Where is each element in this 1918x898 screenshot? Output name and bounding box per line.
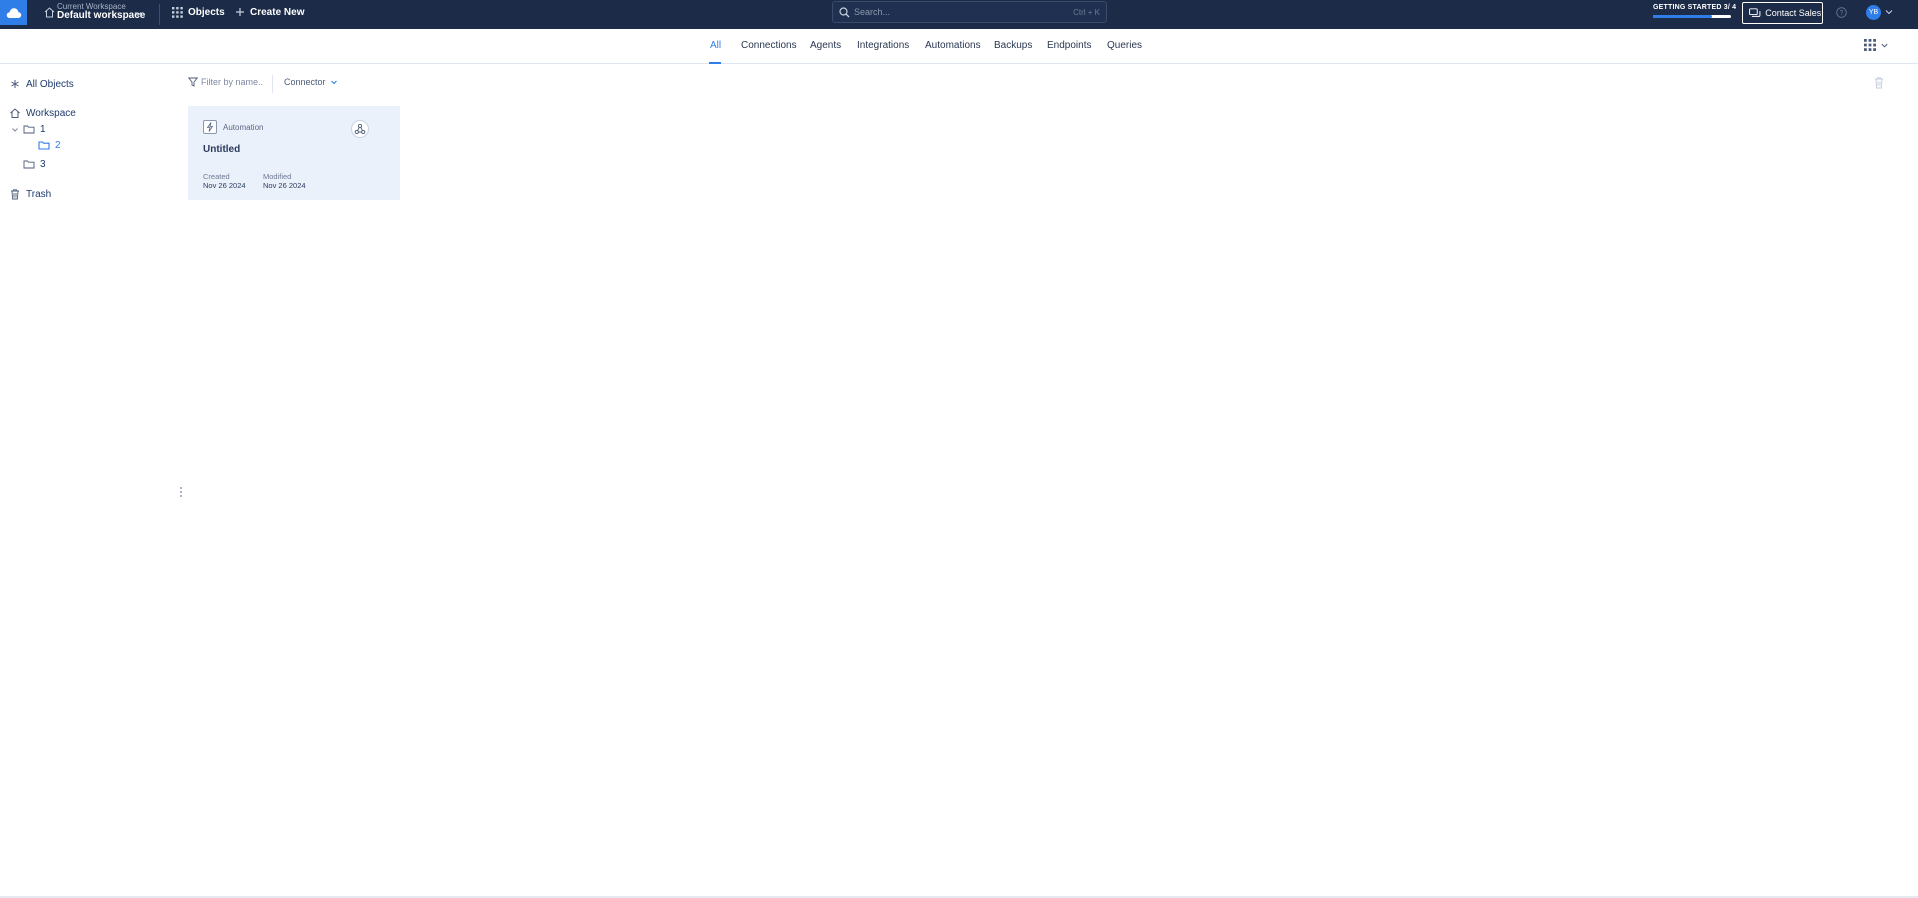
modified-label: Modified [263,172,292,181]
lightning-icon [206,122,214,132]
trash-icon[interactable] [1873,76,1885,89]
asterisk-icon [11,80,19,88]
tab-automations[interactable]: Automations [925,40,981,51]
folder-icon [23,160,35,169]
filter-divider [272,75,273,93]
getting-started-progress[interactable]: GETTING STARTED 3/ 4 [1653,4,1737,18]
progress-fill [1653,15,1712,18]
search-input[interactable] [854,7,1054,17]
workspace-icon [10,108,20,118]
tab-integrations[interactable]: Integrations [857,40,909,51]
tab-agents[interactable]: Agents [810,40,841,51]
tab-backups[interactable]: Backups [994,40,1032,51]
create-new-label: Create New [250,6,305,18]
workflow-button[interactable] [351,120,369,138]
filter-icon [188,77,198,87]
folder-label: 3 [40,158,46,170]
top-bar: Current Workspace Default workspace Obje… [0,0,1918,29]
folder-label: 1 [40,123,46,135]
filter-input[interactable] [201,77,263,87]
grid-icon [172,6,183,18]
chat-icon [1749,7,1761,17]
created-label: Created [203,172,230,181]
sidebar-item-label: Trash [26,188,52,200]
sidebar-item-label: Workspace [26,107,76,119]
help-icon[interactable]: ? [1836,7,1847,18]
sidebar-folder-1[interactable]: 1 [23,123,46,135]
folder-label: 2 [55,139,61,151]
view-grid-icon[interactable] [1864,39,1876,51]
category-tabs: All Connections Agents Integrations Auto… [0,29,1918,64]
trash-icon [11,189,19,200]
workspace-icon [44,7,55,18]
chevron-down-icon [330,80,337,85]
filter-by-name[interactable] [188,77,263,87]
sidebar-item-label: All Objects [26,78,74,90]
objects-label: Objects [188,6,225,18]
sidebar-item-trash[interactable]: Trash [9,188,51,200]
workflow-icon [354,123,366,135]
getting-started-label: GETTING STARTED 3/ 4 [1653,4,1737,11]
sidebar-item-workspace[interactable]: Workspace [9,107,76,119]
header-divider [159,4,160,25]
search-box[interactable]: Ctrl + K [832,1,1107,23]
chevron-down-icon[interactable] [11,126,19,134]
created-date: Nov 26 2024 [203,181,246,190]
svg-text:?: ? [1840,10,1844,17]
card-title: Untitled [203,144,241,155]
tab-queries[interactable]: Queries [1107,40,1142,51]
user-avatar[interactable]: YB [1866,5,1881,20]
card-type: Automation [223,123,264,132]
tab-endpoints[interactable]: Endpoints [1047,40,1091,51]
modified-date: Nov 26 2024 [263,181,306,190]
active-tab-indicator [709,62,721,64]
sidebar-folder-2[interactable]: 2 [38,139,61,151]
create-new-button[interactable]: Create New [235,4,304,20]
cloud-icon [6,7,21,18]
sidebar-resize-handle[interactable] [179,487,182,497]
connector-label: Connector [284,77,326,87]
tab-all[interactable]: All [710,40,721,51]
progress-bar [1653,15,1731,18]
folder-icon [38,141,50,150]
connector-dropdown[interactable]: Connector [284,77,338,87]
contact-sales-button[interactable]: Contact Sales [1742,2,1823,24]
home-logo-button[interactable] [0,0,27,25]
tab-connections[interactable]: Connections [741,40,797,51]
folder-icon [23,125,35,134]
search-icon [839,6,850,17]
sidebar-item-all-objects[interactable]: All Objects [9,78,74,90]
objects-button[interactable]: Objects [172,4,225,20]
chevron-down-icon[interactable] [1880,41,1889,50]
chevron-down-icon [134,12,142,17]
sidebar-folder-3[interactable]: 3 [23,158,46,170]
object-card[interactable]: Automation Untitled Created Nov 26 2024 … [188,106,400,200]
contact-sales-label: Contact Sales [1765,7,1822,18]
chevron-down-icon[interactable] [1884,7,1894,17]
search-shortcut: Ctrl + K [1073,7,1100,17]
automation-type-icon [203,120,217,134]
plus-icon [236,8,244,16]
